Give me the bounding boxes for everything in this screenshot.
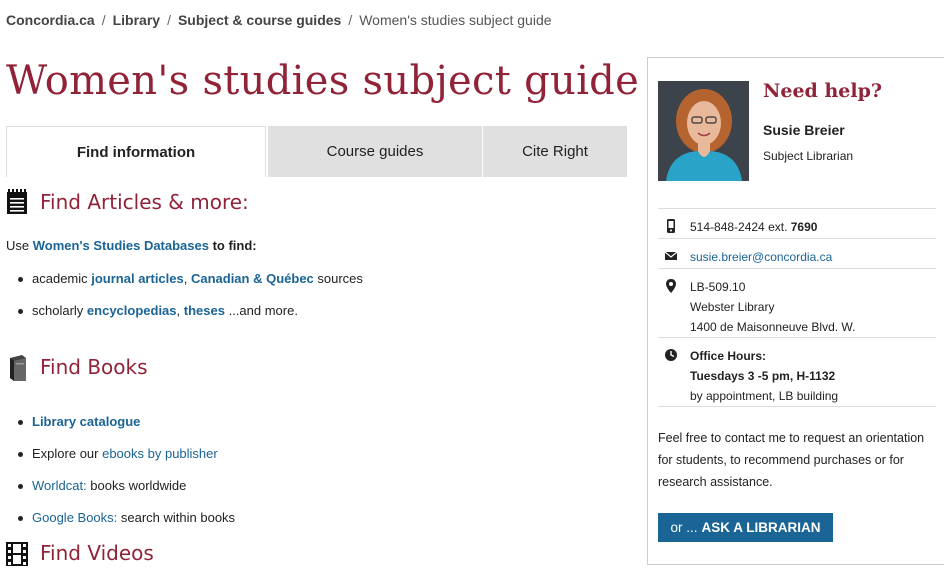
- articles-heading-text: Find Articles & more:: [40, 190, 249, 214]
- office-hours-note: by appointment, LB building: [690, 389, 839, 403]
- videos-heading: Find Videos: [6, 540, 154, 566]
- office-hours-label: Office Hours:: [690, 349, 767, 363]
- list-item: scholarly encyclopedias, theses ...and m…: [18, 303, 363, 335]
- theses-link[interactable]: theses: [184, 303, 225, 318]
- phone-icon: [664, 219, 678, 233]
- librarian-name: Susie Breier: [763, 122, 845, 138]
- breadcrumb-subject-guides[interactable]: Subject & course guides: [178, 12, 341, 28]
- item-text: books worldwide: [86, 478, 187, 493]
- tab-course-guides[interactable]: Course guides: [268, 126, 482, 177]
- breadcrumb-separator: /: [101, 12, 106, 28]
- tab-find-information[interactable]: Find information: [6, 126, 266, 177]
- map-pin-icon: [664, 279, 678, 293]
- button-label: ASK A LIBRARIAN: [701, 520, 821, 535]
- location-row: LB-509.10 Webster Library 1400 de Maison…: [658, 268, 936, 338]
- location-address: 1400 de Maisonneuve Blvd. W.: [690, 320, 856, 334]
- books-heading-text: Find Books: [40, 355, 148, 379]
- avatar: [658, 81, 749, 181]
- help-sidebar: Need help? Susie Breier Subject Libraria…: [647, 57, 944, 565]
- clock-icon: [664, 348, 678, 362]
- journal-articles-link[interactable]: journal articles: [91, 271, 183, 286]
- canadian-quebec-link[interactable]: Canadian & Québec: [191, 271, 314, 286]
- intro-prefix: Use: [6, 238, 33, 253]
- page-title: Women's studies subject guide: [6, 58, 640, 104]
- articles-intro: Use Women's Studies Databases to find:: [6, 238, 257, 253]
- book-icon: [6, 354, 28, 381]
- item-text: ,: [183, 271, 191, 286]
- google-books-link[interactable]: Google Books:: [32, 510, 117, 525]
- list-item: Worldcat: books worldwide: [18, 478, 235, 510]
- encyclopedias-link[interactable]: encyclopedias: [87, 303, 177, 318]
- list-item: Explore our ebooks by publisher: [18, 446, 235, 478]
- envelope-icon: [664, 249, 678, 263]
- breadcrumb-concordia[interactable]: Concordia.ca: [6, 12, 95, 28]
- item-text: sources: [313, 271, 363, 286]
- library-catalogue-link[interactable]: Library catalogue: [32, 414, 140, 429]
- librarian-role: Subject Librarian: [763, 149, 854, 163]
- ebooks-by-publisher-link[interactable]: ebooks by publisher: [102, 446, 218, 461]
- item-text: Explore our: [32, 446, 103, 461]
- breadcrumb-current: Women's studies subject guide: [359, 12, 552, 28]
- tab-cite-right[interactable]: Cite Right: [483, 126, 627, 177]
- list-item: Google Books: search within books: [18, 510, 235, 542]
- email-link[interactable]: susie.breier@concordia.ca: [690, 250, 832, 264]
- item-text: ,: [176, 303, 184, 318]
- phone-row: 514-848-2424 ext. 7690: [658, 208, 936, 238]
- office-hours-time: Tuesdays 3 -5 pm, H-1132: [690, 369, 836, 383]
- breadcrumb-separator: /: [167, 12, 171, 28]
- list-item: Library catalogue: [18, 414, 235, 446]
- breadcrumb-library[interactable]: Library: [113, 12, 160, 28]
- list-item: academic journal articles, Canadian & Qu…: [18, 271, 363, 303]
- location-room: LB-509.10: [690, 280, 746, 294]
- worldcat-link[interactable]: Worldcat:: [32, 478, 87, 493]
- item-text: academic: [32, 271, 92, 286]
- breadcrumb: Concordia.ca / Library / Subject & course gu…: [6, 12, 552, 28]
- film-icon: [6, 540, 28, 566]
- location-building: Webster Library: [690, 300, 775, 314]
- womens-studies-databases-link[interactable]: Women's Studies Databases: [33, 238, 209, 253]
- item-text: ...and more.: [224, 303, 298, 318]
- phone-extension: 7690: [790, 220, 818, 234]
- item-text: search within books: [117, 510, 236, 525]
- tab-bar: Find information Course guides Cite Righ…: [6, 126, 628, 177]
- phone-number: 514-848-2424 ext.: [690, 220, 791, 234]
- item-text: scholarly: [32, 303, 87, 318]
- button-or-text: or ...: [670, 520, 698, 535]
- contact-note: Feel free to contact me to request an or…: [658, 431, 925, 489]
- need-help-heading: Need help?: [763, 80, 882, 102]
- breadcrumb-separator: /: [348, 12, 353, 28]
- notepad-icon: [6, 189, 28, 215]
- articles-heading: Find Articles & more:: [6, 189, 249, 215]
- videos-heading-text: Find Videos: [40, 541, 154, 565]
- articles-list: academic journal articles, Canadian & Qu…: [18, 271, 363, 335]
- office-hours-row: Office Hours: Tuesdays 3 -5 pm, H-1132 b…: [658, 337, 936, 407]
- ask-a-librarian-button[interactable]: or ... ASK A LIBRARIAN: [658, 513, 833, 542]
- email-row: susie.breier@concordia.ca: [658, 238, 936, 268]
- intro-suffix: to find:: [208, 238, 257, 253]
- books-heading: Find Books: [6, 354, 148, 381]
- books-list: Library catalogue Explore our ebooks by …: [18, 414, 235, 542]
